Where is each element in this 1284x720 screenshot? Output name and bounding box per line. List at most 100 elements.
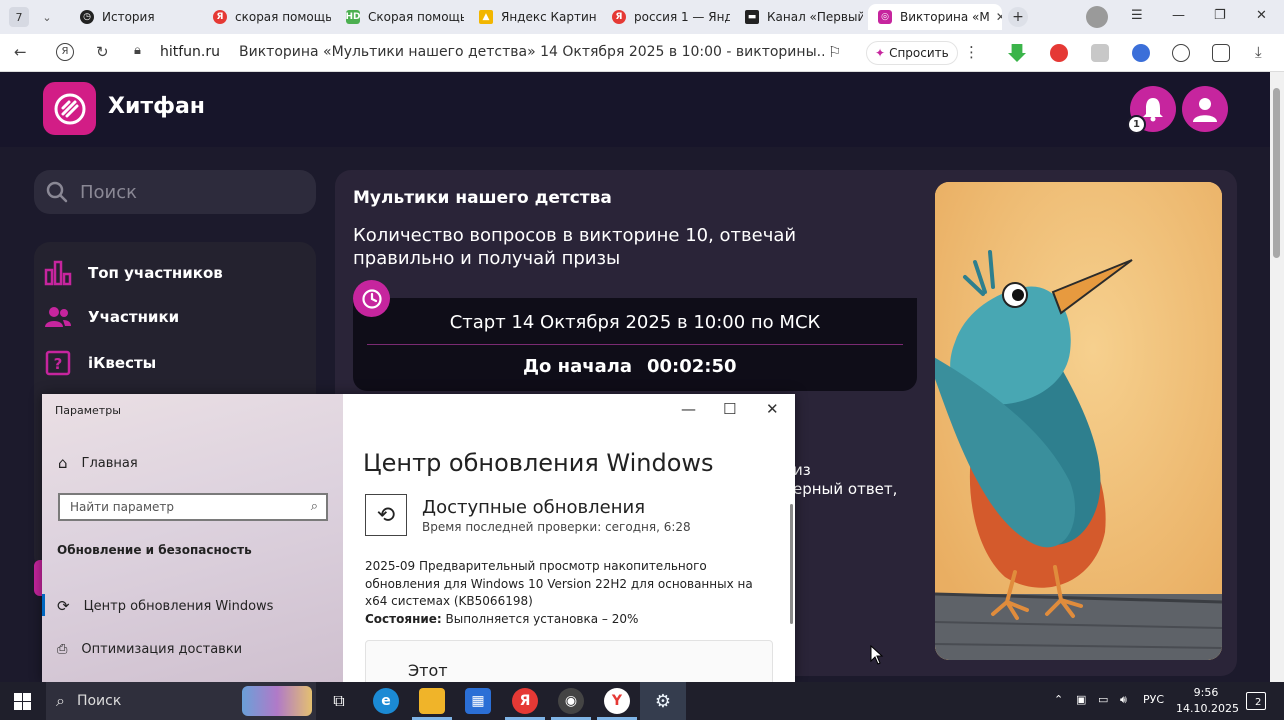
tab-ambulance-hd[interactable]: HD Скорая помощь (346, 4, 464, 30)
menu-icon[interactable]: ☰ (1131, 8, 1143, 23)
network-icon[interactable]: ▭ (1098, 693, 1108, 706)
ai-sparkle-icon: ✦ (875, 46, 886, 60)
tab-channel-one[interactable]: ▬ Канал «Первый (745, 4, 863, 30)
menu-item-iquests[interactable]: ? iКвесты (44, 350, 156, 376)
close-tab-icon[interactable]: ✕ (996, 10, 1002, 24)
language-indicator[interactable]: РУС (1143, 693, 1164, 706)
taskbar-search-label: Поиск (76, 693, 122, 709)
yandex-browser-icon[interactable]: Y (604, 688, 630, 714)
windows-settings-window: Параметры ⌂ Главная Найти параметр ⌕ Обн… (42, 394, 795, 682)
taskbar-clock[interactable]: 9:56 14.10.2025 (1176, 685, 1239, 717)
lock-icon[interactable]: 🔒︎ (134, 43, 141, 58)
video-extension-icon[interactable] (1172, 44, 1190, 62)
close-window-icon[interactable]: ✕ (1256, 8, 1267, 23)
close-window-icon[interactable]: ✕ (766, 400, 779, 418)
tv-icon: ▬ (745, 10, 759, 24)
hitfun-logo-icon[interactable] (43, 82, 96, 135)
adblock-extension-icon[interactable] (1050, 44, 1068, 62)
windows-taskbar: ⌕ Поиск ⧉ e ▦ Я ◉ Y ⚙ ⌃ ▣ ▭ 🔊︎ РУС 9:56 … (0, 682, 1284, 720)
search-icon: ⌕ (56, 691, 65, 710)
brand-name[interactable]: Хитфан (108, 94, 205, 119)
menu-item-top-participants[interactable]: Топ участников (44, 260, 223, 286)
tab-quiz-active[interactable]: ◎ Викторина «М ✕ (868, 4, 1002, 30)
bookmark-icon[interactable]: ⚐ (828, 43, 841, 61)
taskbar-search[interactable]: ⌕ Поиск (46, 682, 316, 720)
menu-item-label: Топ участников (88, 264, 223, 282)
find-placeholder: Найти параметр (70, 500, 174, 514)
yandex-icon: Я (612, 10, 626, 24)
image-extension-icon[interactable] (1091, 44, 1109, 62)
store-icon[interactable]: ▦ (465, 688, 491, 714)
download-extension-icon[interactable] (1008, 44, 1026, 62)
info-box-text: Этот (408, 661, 448, 680)
settings-home-link[interactable]: ⌂ Главная (58, 454, 138, 472)
downloads-icon[interactable]: ⤓ (1255, 43, 1262, 61)
scrollbar-thumb[interactable] (1273, 88, 1280, 258)
quiz-description: Количество вопросов в викторине 10, отве… (353, 225, 797, 269)
minimize-icon[interactable]: — (681, 400, 696, 418)
settings-nav-windows-update[interactable]: ⟳ Центр обновления Windows (57, 597, 273, 615)
home-label: Главная (81, 455, 138, 471)
active-app-highlight (640, 682, 686, 720)
minimize-icon[interactable]: — (1172, 8, 1185, 23)
yandex-browser-icon[interactable]: Я (56, 43, 74, 61)
maximize-icon[interactable]: ☐ (723, 400, 736, 418)
restore-icon[interactable]: ❐ (1214, 8, 1226, 23)
clock-icon (353, 280, 390, 317)
home-icon: ⌂ (58, 454, 68, 472)
settings-nav-pane: Параметры ⌂ Главная Найти параметр ⌕ Обн… (42, 394, 343, 682)
reload-icon[interactable]: ↻ (96, 43, 109, 61)
site-search-input[interactable]: Поиск (34, 170, 316, 214)
settings-search-input[interactable]: Найти параметр ⌕ (58, 493, 328, 521)
sync-icon: ⟳ (57, 597, 70, 615)
settings-nav-delivery-optimization[interactable]: ⎙ Оптимизация доставки (57, 642, 242, 657)
countdown-value: 00:02:50 (647, 356, 737, 377)
volume-icon[interactable]: 🔊︎ (1120, 693, 1127, 707)
settings-page-title: Центр обновления Windows (363, 449, 714, 477)
tray-app-icon[interactable]: ▣ (1076, 693, 1086, 706)
more-icon[interactable]: ⋮ (964, 43, 979, 61)
settings-main-pane: — ☐ ✕ Центр обновления Windows ⟲ Доступн… (343, 394, 795, 682)
ask-label: Спросить (889, 46, 949, 60)
url-host[interactable]: hitfun.ru (160, 44, 220, 60)
search-icon: ⌕ (310, 499, 318, 514)
tab-ambulance-search[interactable]: Я скорая помощь (213, 4, 331, 30)
divider (367, 344, 903, 345)
ask-button[interactable]: ✦ Спросить (866, 41, 958, 65)
browser-tab-bar: 7 ⌄ ◷ История Я скорая помощь HD Скорая … (0, 0, 1284, 34)
tab-yandex-images[interactable]: ▲ Яндекс Картинк (479, 4, 597, 30)
tab-history[interactable]: ◷ История (80, 4, 198, 30)
settings-scrollbar[interactable] (790, 504, 793, 624)
yandex-icon: Я (213, 10, 227, 24)
page-title-url[interactable]: Викторина «Мультики нашего детства» 14 О… (239, 44, 824, 60)
page-scrollbar[interactable] (1270, 72, 1284, 682)
task-view-icon[interactable]: ⧉ (326, 688, 352, 714)
back-icon[interactable]: ← (14, 43, 27, 61)
menu-item-participants[interactable]: Участники (44, 305, 179, 329)
web-extension-icon[interactable] (1132, 44, 1150, 62)
notification-badge: 1 (1127, 115, 1146, 134)
profile-button[interactable] (1182, 86, 1228, 132)
partial-text: ерный ответ, (793, 480, 898, 498)
menu-item-label: Участники (88, 308, 180, 326)
chrome-like-icon[interactable]: ◉ (558, 688, 584, 714)
extensions-icon[interactable] (1212, 44, 1230, 62)
tab-russia1[interactable]: Я россия 1 — Янд (612, 4, 730, 30)
edge-icon[interactable]: e (373, 688, 399, 714)
notification-count: 2 (1255, 697, 1262, 708)
status-value: Выполняется установка – 20% (445, 612, 639, 626)
new-tab-button[interactable]: + (1008, 7, 1028, 27)
update-description: 2025-09 Предварительный просмотр накопит… (365, 559, 753, 608)
search-placeholder: Поиск (80, 181, 138, 203)
users-icon (45, 307, 71, 327)
file-explorer-icon[interactable] (419, 688, 445, 714)
profile-avatar-icon[interactable] (1086, 6, 1108, 28)
clock-time: 9:56 (1193, 686, 1219, 699)
windows-start-icon[interactable] (14, 693, 31, 710)
partial-text: из (793, 461, 811, 479)
tab-count-button[interactable]: 7 (9, 7, 29, 27)
chevron-down-icon[interactable]: ⌄ (37, 7, 57, 27)
yandex-icon[interactable]: Я (512, 688, 538, 714)
hd-icon: HD (346, 10, 361, 24)
chevron-up-icon[interactable]: ⌃ (1054, 693, 1063, 706)
